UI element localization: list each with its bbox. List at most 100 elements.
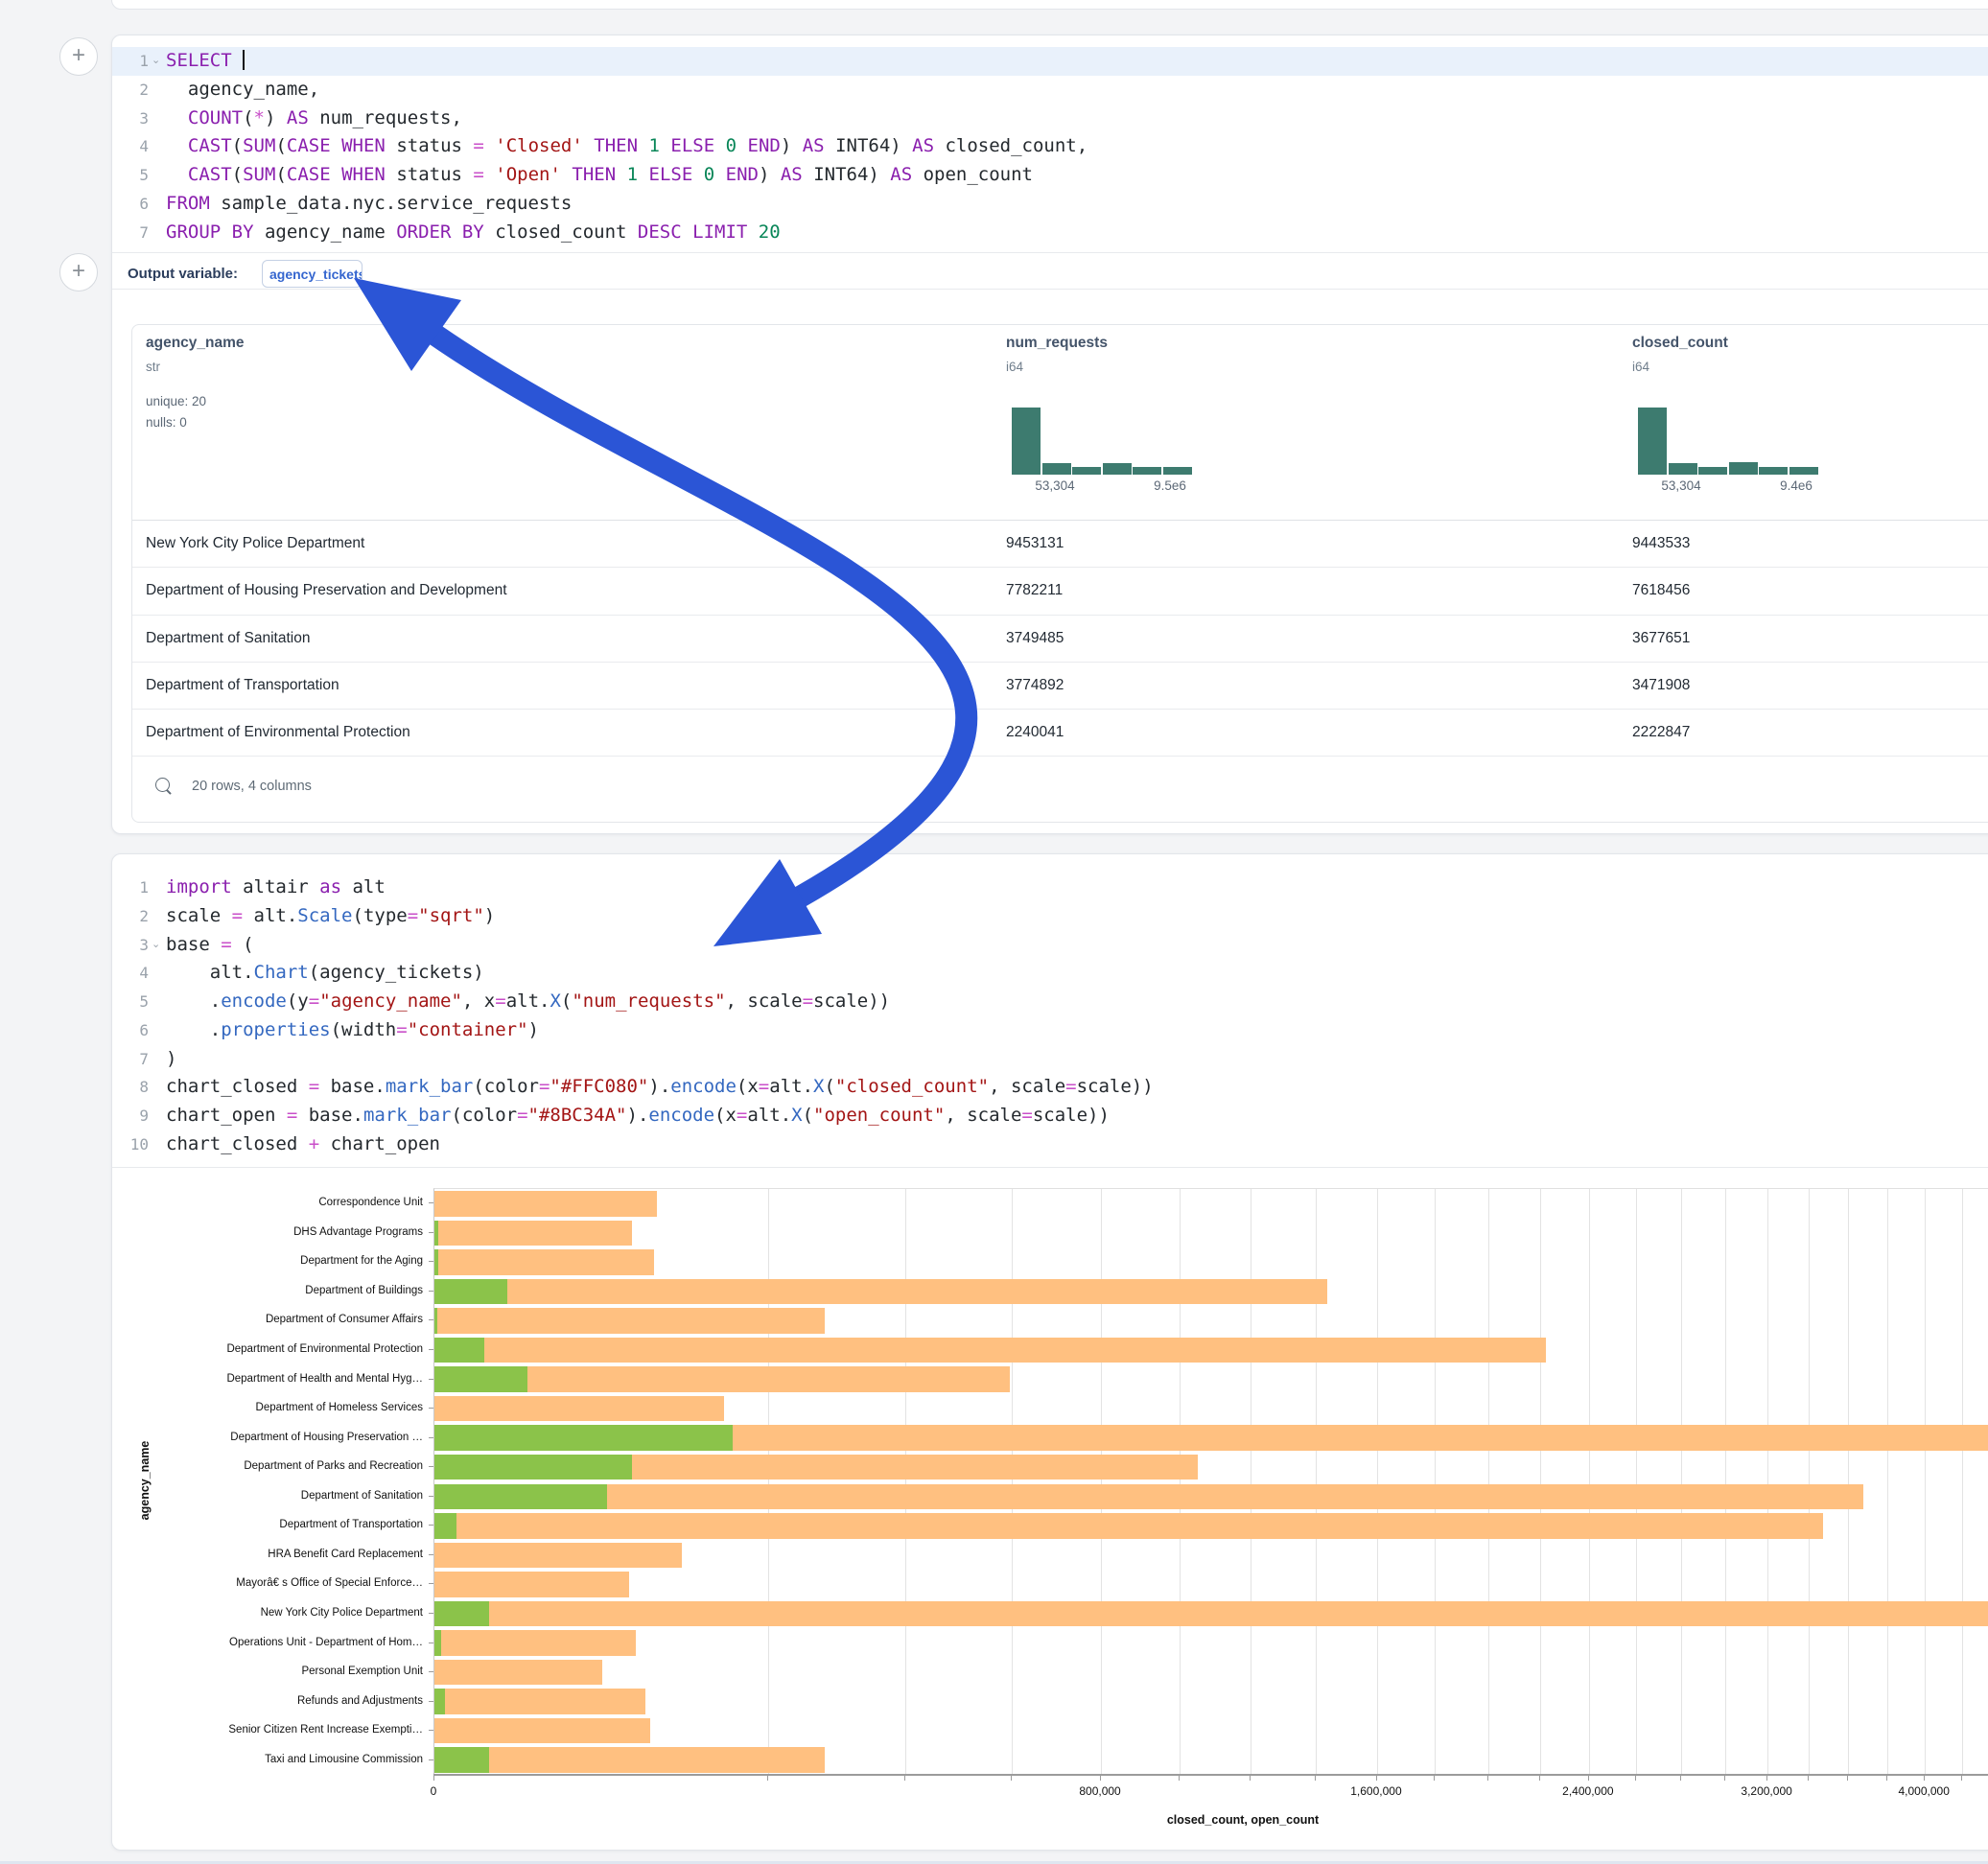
- line-number: 7: [120, 1045, 149, 1074]
- fold-chevron-icon[interactable]: ⌄: [152, 47, 160, 76]
- code-text: SELECT: [166, 47, 245, 76]
- fold-chevron-icon[interactable]: ⌄: [152, 931, 160, 960]
- code-text: chart_closed + chart_open: [166, 1130, 440, 1159]
- closed-count-bar[interactable]: [434, 1689, 645, 1714]
- column-stat-label: nulls: 0: [146, 415, 187, 430]
- table-row[interactable]: Department of Environmental Protection22…: [132, 709, 1988, 757]
- sql-cell-card: 1⌄SELECT 2 agency_name,3 COUNT(*) AS num…: [111, 35, 1988, 834]
- code-line[interactable]: 2 agency_name,: [112, 76, 1988, 105]
- gridline: [1925, 1189, 1926, 1775]
- closed-count-bar[interactable]: [434, 1338, 1546, 1363]
- x-axis-tick: [1434, 1776, 1435, 1781]
- gridline: [1180, 1189, 1181, 1775]
- line-number: 5: [120, 988, 149, 1016]
- table-row[interactable]: Department of Sanitation37494853677651: [132, 615, 1988, 663]
- code-line[interactable]: 3⌄base = (: [112, 931, 1988, 960]
- column-header[interactable]: agency_name: [146, 335, 245, 352]
- column-header[interactable]: closed_count: [1632, 335, 1728, 352]
- closed-count-bar[interactable]: [434, 1396, 724, 1422]
- open-count-bar[interactable]: [434, 1366, 527, 1392]
- closed-count-bar[interactable]: [434, 1484, 1863, 1510]
- closed-count-bar[interactable]: [434, 1279, 1327, 1305]
- open-count-bar[interactable]: [434, 1484, 607, 1510]
- closed-count-bar[interactable]: [434, 1660, 602, 1686]
- open-count-bar[interactable]: [434, 1630, 441, 1656]
- closed-count-bar[interactable]: [434, 1221, 632, 1247]
- add-cell-button[interactable]: +: [59, 37, 98, 76]
- closed-count-bar[interactable]: [434, 1572, 629, 1597]
- open-count-bar[interactable]: [434, 1279, 507, 1305]
- x-axis-tick-label: 3,200,000: [1699, 1784, 1834, 1798]
- closed-count-bar[interactable]: [434, 1747, 825, 1773]
- code-line[interactable]: 1⌄SELECT: [112, 47, 1988, 76]
- code-line[interactable]: 10chart_closed + chart_open: [112, 1130, 1988, 1159]
- x-axis-tick: [1588, 1776, 1589, 1781]
- closed-count-bar[interactable]: [434, 1249, 654, 1275]
- histogram-bar: [1042, 463, 1071, 475]
- python-editor[interactable]: 1import altair as alt2scale = alt.Scale(…: [112, 874, 1988, 1159]
- y-axis-label: Department of Health and Mental Hyg…: [112, 1373, 423, 1385]
- code-text: FROM sample_data.nyc.service_requests: [166, 190, 572, 219]
- output-variable-pill[interactable]: agency_tickets: [262, 260, 363, 288]
- code-line[interactable]: 2scale = alt.Scale(type="sqrt"): [112, 902, 1988, 931]
- gridline: [1887, 1189, 1888, 1775]
- closed-count-bar[interactable]: [434, 1513, 1823, 1539]
- open-count-bar[interactable]: [434, 1308, 437, 1334]
- y-axis-label: HRA Benefit Card Replacement: [112, 1549, 423, 1560]
- histogram-max-label: 9.4e6: [1753, 478, 1839, 493]
- closed-count-bar[interactable]: [434, 1718, 650, 1744]
- x-axis-tick: [1250, 1776, 1251, 1781]
- code-line[interactable]: 6 .properties(width="container"): [112, 1016, 1988, 1045]
- sql-editor[interactable]: 1⌄SELECT 2 agency_name,3 COUNT(*) AS num…: [112, 47, 1988, 246]
- x-axis-title: closed_count, open_count: [1167, 1813, 1319, 1827]
- closed-count-bar[interactable]: [434, 1308, 825, 1334]
- gridline: [1962, 1189, 1963, 1775]
- code-line[interactable]: 8chart_closed = base.mark_bar(color="#FF…: [112, 1073, 1988, 1102]
- y-axis-label: Department of Homeless Services: [112, 1402, 423, 1413]
- gridline: [1809, 1189, 1810, 1775]
- closed-count-bar[interactable]: [434, 1601, 1988, 1627]
- code-line[interactable]: 7): [112, 1045, 1988, 1074]
- add-cell-button[interactable]: +: [59, 253, 98, 291]
- code-line[interactable]: 4 alt.Chart(agency_tickets): [112, 959, 1988, 988]
- table-cell: 3749485: [1006, 615, 1064, 662]
- search-icon[interactable]: [155, 778, 170, 792]
- code-line[interactable]: 4 CAST(SUM(CASE WHEN status = 'Closed' T…: [112, 132, 1988, 161]
- column-header[interactable]: num_requests: [1006, 335, 1108, 352]
- x-axis-tick-label: 1,600,000: [1309, 1784, 1443, 1798]
- x-axis-tick: [1376, 1776, 1377, 1781]
- code-line[interactable]: 9chart_open = base.mark_bar(color="#8BC3…: [112, 1102, 1988, 1130]
- closed-count-bar[interactable]: [434, 1191, 657, 1217]
- open-count-bar[interactable]: [434, 1338, 484, 1363]
- column-histogram: [1638, 408, 1820, 475]
- open-count-bar[interactable]: [434, 1221, 438, 1247]
- table-row[interactable]: New York City Police Department945313194…: [132, 520, 1988, 568]
- code-line[interactable]: 5 CAST(SUM(CASE WHEN status = 'Open' THE…: [112, 161, 1988, 190]
- code-line[interactable]: 6FROM sample_data.nyc.service_requests: [112, 190, 1988, 219]
- gridline: [1589, 1189, 1590, 1775]
- code-line[interactable]: 3 COUNT(*) AS num_requests,: [112, 105, 1988, 133]
- column-histogram: [1012, 408, 1194, 475]
- code-line[interactable]: 1import altair as alt: [112, 874, 1988, 902]
- line-number: 2: [120, 902, 149, 931]
- histogram-bar: [1669, 463, 1697, 475]
- histogram-bar: [1103, 463, 1132, 475]
- closed-count-bar[interactable]: [434, 1630, 636, 1656]
- open-count-bar[interactable]: [434, 1249, 438, 1275]
- line-number: 3: [120, 931, 149, 960]
- open-count-bar[interactable]: [434, 1513, 456, 1539]
- y-axis-label: DHS Advantage Programs: [112, 1226, 423, 1238]
- open-count-bar[interactable]: [434, 1747, 489, 1773]
- open-count-bar[interactable]: [434, 1455, 632, 1480]
- code-line[interactable]: 7GROUP BY agency_name ORDER BY closed_co…: [112, 219, 1988, 247]
- code-line[interactable]: 5 .encode(y="agency_name", x=alt.X("num_…: [112, 988, 1988, 1016]
- closed-count-bar[interactable]: [434, 1543, 682, 1569]
- open-count-bar[interactable]: [434, 1689, 445, 1714]
- table-row[interactable]: Department of Transportation377489234719…: [132, 662, 1988, 710]
- y-axis-label: Department of Environmental Protection: [112, 1343, 423, 1355]
- column-type-label: str: [146, 360, 160, 374]
- open-count-bar[interactable]: [434, 1601, 489, 1627]
- table-row[interactable]: Department of Housing Preservation and D…: [132, 567, 1988, 615]
- output-variable-label: Output variable:: [128, 266, 238, 282]
- open-count-bar[interactable]: [434, 1425, 733, 1451]
